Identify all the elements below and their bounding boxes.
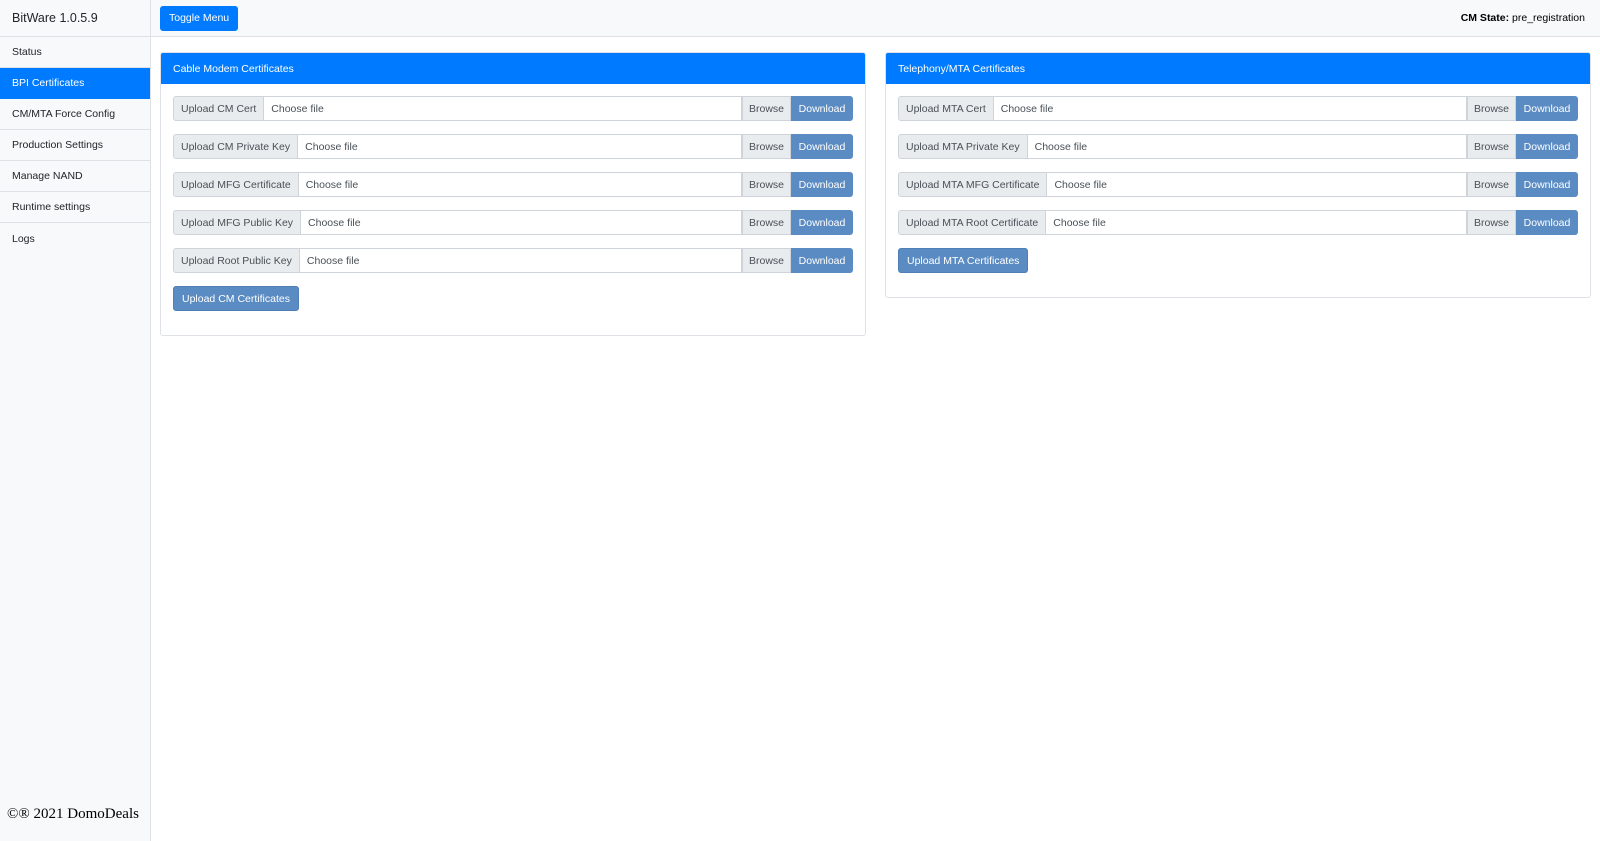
sidebar-item-logs[interactable]: Logs <box>0 223 150 254</box>
sidebar-item-status[interactable]: Status <box>0 37 150 68</box>
toggle-menu-button[interactable]: Toggle Menu <box>160 5 239 31</box>
cm-cert-row: Upload CM Cert Choose file Browse Downlo… <box>173 96 853 121</box>
sidebar-item-force-config[interactable]: CM/MTA Force Config <box>0 99 150 130</box>
sidebar-item-runtime-settings[interactable]: Runtime settings <box>0 192 150 223</box>
cm-cert-download-button[interactable]: Download <box>791 96 853 121</box>
mta-card-title: Telephony/MTA Certificates <box>886 53 1590 84</box>
mta-root-certificate-label: Upload MTA Root Certificate <box>898 210 1047 235</box>
mfg-certificate-file-input[interactable]: Choose file <box>298 172 742 197</box>
mta-private-key-label: Upload MTA Private Key <box>898 134 1028 159</box>
mfg-public-key-browse-button[interactable]: Browse <box>742 210 791 235</box>
upload-cm-certificates-button[interactable]: Upload CM Certificates <box>173 286 299 311</box>
brand-title: BitWare 1.0.5.9 <box>0 0 150 37</box>
cm-state-label: CM State: <box>1460 12 1510 24</box>
mfg-certificate-label: Upload MFG Certificate <box>173 172 299 197</box>
mta-mfg-certificate-browse-button[interactable]: Browse <box>1467 172 1516 197</box>
copyright-text: ©® 2021 DomoDeals <box>7 806 139 822</box>
mta-mfg-certificate-file-input[interactable]: Choose file <box>1047 172 1467 197</box>
mfg-certificate-download-button[interactable]: Download <box>791 172 853 197</box>
upload-mta-certificates-button[interactable]: Upload MTA Certificates <box>898 248 1029 273</box>
mfg-public-key-row: Upload MFG Public Key Choose file Browse… <box>173 210 853 235</box>
cm-private-key-browse-button[interactable]: Browse <box>742 134 791 159</box>
cm-cert-browse-button[interactable]: Browse <box>742 96 791 121</box>
mta-cert-file-input[interactable]: Choose file <box>993 96 1467 121</box>
top-navbar: Toggle Menu CM State: pre_registration <box>151 0 1600 37</box>
cm-certificates-card: Cable Modem Certificates Upload CM Cert … <box>160 52 866 336</box>
mta-private-key-file-input[interactable]: Choose file <box>1027 134 1467 159</box>
mta-mfg-certificate-row: Upload MTA MFG Certificate Choose file B… <box>898 172 1578 197</box>
cm-private-key-label: Upload CM Private Key <box>173 134 299 159</box>
root-public-key-download-button[interactable]: Download <box>791 248 853 273</box>
cm-cert-file-input[interactable]: Choose file <box>264 96 742 121</box>
root-public-key-row: Upload Root Public Key Choose file Brows… <box>173 248 853 273</box>
sidebar: BitWare 1.0.5.9 Status BPI Certificates … <box>0 0 151 841</box>
root-public-key-file-input[interactable]: Choose file <box>299 248 742 273</box>
cm-private-key-file-input[interactable]: Choose file <box>298 134 742 159</box>
cm-cert-label: Upload CM Cert <box>173 96 265 121</box>
mta-private-key-browse-button[interactable]: Browse <box>1467 134 1516 159</box>
mta-certificates-card: Telephony/MTA Certificates Upload MTA Ce… <box>885 52 1591 298</box>
mta-cert-row: Upload MTA Cert Choose file Browse Downl… <box>898 96 1578 121</box>
sidebar-item-production-settings[interactable]: Production Settings <box>0 130 150 161</box>
cm-state-value: pre_registration <box>1512 12 1585 24</box>
mfg-certificate-row: Upload MFG Certificate Choose file Brows… <box>173 172 853 197</box>
mta-root-certificate-file-input[interactable]: Choose file <box>1046 210 1467 235</box>
mfg-public-key-download-button[interactable]: Download <box>791 210 853 235</box>
mta-root-certificate-download-button[interactable]: Download <box>1516 210 1578 235</box>
mfg-public-key-file-input[interactable]: Choose file <box>301 210 742 235</box>
root-public-key-browse-button[interactable]: Browse <box>742 248 791 273</box>
cm-card-title: Cable Modem Certificates <box>161 53 865 84</box>
mfg-public-key-label: Upload MFG Public Key <box>173 210 302 235</box>
sidebar-item-bpi-certificates[interactable]: BPI Certificates <box>0 68 150 99</box>
mta-root-certificate-row: Upload MTA Root Certificate Choose file … <box>898 210 1578 235</box>
mta-private-key-row: Upload MTA Private Key Choose file Brows… <box>898 134 1578 159</box>
mta-cert-label: Upload MTA Cert <box>898 96 994 121</box>
mta-mfg-certificate-download-button[interactable]: Download <box>1516 172 1578 197</box>
mta-cert-browse-button[interactable]: Browse <box>1467 96 1516 121</box>
cm-private-key-row: Upload CM Private Key Choose file Browse… <box>173 134 853 159</box>
root-public-key-label: Upload Root Public Key <box>173 248 300 273</box>
mta-cert-download-button[interactable]: Download <box>1516 96 1578 121</box>
mta-private-key-download-button[interactable]: Download <box>1516 134 1578 159</box>
sidebar-item-manage-nand[interactable]: Manage NAND <box>0 161 150 192</box>
mfg-certificate-browse-button[interactable]: Browse <box>742 172 791 197</box>
mta-root-certificate-browse-button[interactable]: Browse <box>1467 210 1516 235</box>
mta-mfg-certificate-label: Upload MTA MFG Certificate <box>898 172 1048 197</box>
cm-state-indicator: CM State: pre_registration <box>1461 12 1585 24</box>
cm-private-key-download-button[interactable]: Download <box>791 134 853 159</box>
